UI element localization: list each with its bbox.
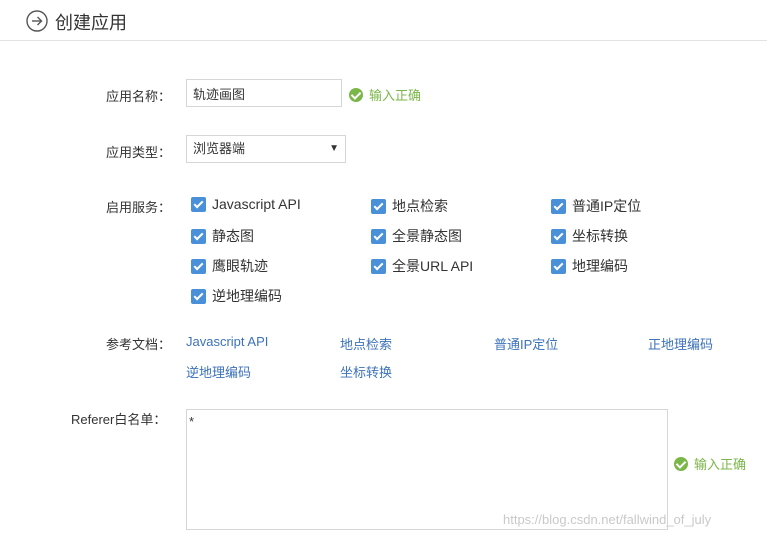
create-app-page: 创建应用 应用名称： 输入正确 应用类型： 浏览器端 ▼ 启用服务： Javas… (0, 0, 767, 538)
arrow-circle-right-icon[interactable] (26, 10, 48, 32)
watermark: https://blog.csdn.net/fallwind_of_july (503, 512, 712, 527)
checkbox-checked-icon[interactable] (371, 228, 386, 244)
doc-link-javascript-api[interactable]: Javascript API (186, 334, 268, 349)
checkbox-checked-icon[interactable] (191, 288, 206, 304)
service-label: 坐标转换 (572, 228, 628, 244)
service-label: Javascript API (212, 196, 301, 212)
referer-validation: 输入正确 (674, 454, 746, 473)
check-circle-icon (349, 87, 363, 102)
service-checkbox-static-map[interactable]: 静态图 (191, 226, 254, 246)
checkbox-checked-icon[interactable] (551, 198, 566, 214)
app-name-validation-text: 输入正确 (369, 88, 422, 103)
service-label: 静态图 (212, 228, 254, 244)
service-checkbox-reverse-geocoding[interactable]: 逆地理编码 (191, 286, 282, 306)
service-checkbox-panorama-static[interactable]: 全景静态图 (371, 226, 462, 246)
check-circle-icon (674, 456, 688, 471)
app-name-input[interactable] (186, 79, 342, 107)
referer-label: Referer白名单： (71, 412, 167, 427)
checkbox-checked-icon[interactable] (191, 196, 206, 212)
checkbox-checked-icon[interactable] (371, 198, 386, 214)
service-checkbox-ip-location[interactable]: 普通IP定位 (551, 196, 641, 216)
service-checkbox-panorama-url-api[interactable]: 全景URL API (371, 256, 473, 276)
service-checkbox-coord-convert[interactable]: 坐标转换 (551, 226, 628, 246)
app-type-label: 应用类型： (106, 145, 172, 160)
service-checkbox-eagle-eye-track[interactable]: 鹰眼轨迹 (191, 256, 268, 276)
referer-validation-text: 输入正确 (694, 457, 747, 472)
service-label: 全景URL API (392, 258, 474, 274)
service-label: 地点检索 (392, 198, 448, 214)
checkbox-checked-icon[interactable] (191, 258, 206, 274)
checkbox-checked-icon[interactable] (551, 228, 566, 244)
app-type-selected-value: 浏览器端 (193, 141, 246, 156)
doc-link-geocoding[interactable]: 正地理编码 (648, 334, 713, 353)
doc-link-ip-location[interactable]: 普通IP定位 (494, 334, 558, 353)
doc-link-coord-convert[interactable]: 坐标转换 (340, 362, 392, 381)
checkbox-checked-icon[interactable] (191, 228, 206, 244)
dropdown-arrow-icon: ▼ (329, 143, 339, 154)
service-label: 地理编码 (572, 258, 628, 274)
app-name-label: 应用名称： (106, 89, 172, 104)
service-label: 普通IP定位 (572, 198, 642, 214)
doc-link-reverse-geocoding[interactable]: 逆地理编码 (186, 362, 251, 381)
app-name-validation: 输入正确 (349, 85, 421, 104)
page-title: 创建应用 (55, 13, 127, 33)
doc-link-place-search[interactable]: 地点检索 (340, 334, 392, 353)
service-label: 全景静态图 (392, 228, 462, 244)
service-label: 鹰眼轨迹 (212, 258, 268, 274)
page-header: 创建应用 (0, 0, 767, 41)
service-checkbox-javascript-api[interactable]: Javascript API (191, 196, 301, 212)
checkbox-checked-icon[interactable] (371, 258, 386, 274)
docs-label: 参考文档： (106, 337, 172, 352)
service-label: 逆地理编码 (212, 288, 282, 304)
services-label: 启用服务： (106, 200, 172, 215)
app-type-select[interactable]: 浏览器端 ▼ (186, 135, 346, 163)
checkbox-checked-icon[interactable] (551, 258, 566, 274)
service-checkbox-geocoding[interactable]: 地理编码 (551, 256, 628, 276)
service-checkbox-place-search[interactable]: 地点检索 (371, 196, 448, 216)
